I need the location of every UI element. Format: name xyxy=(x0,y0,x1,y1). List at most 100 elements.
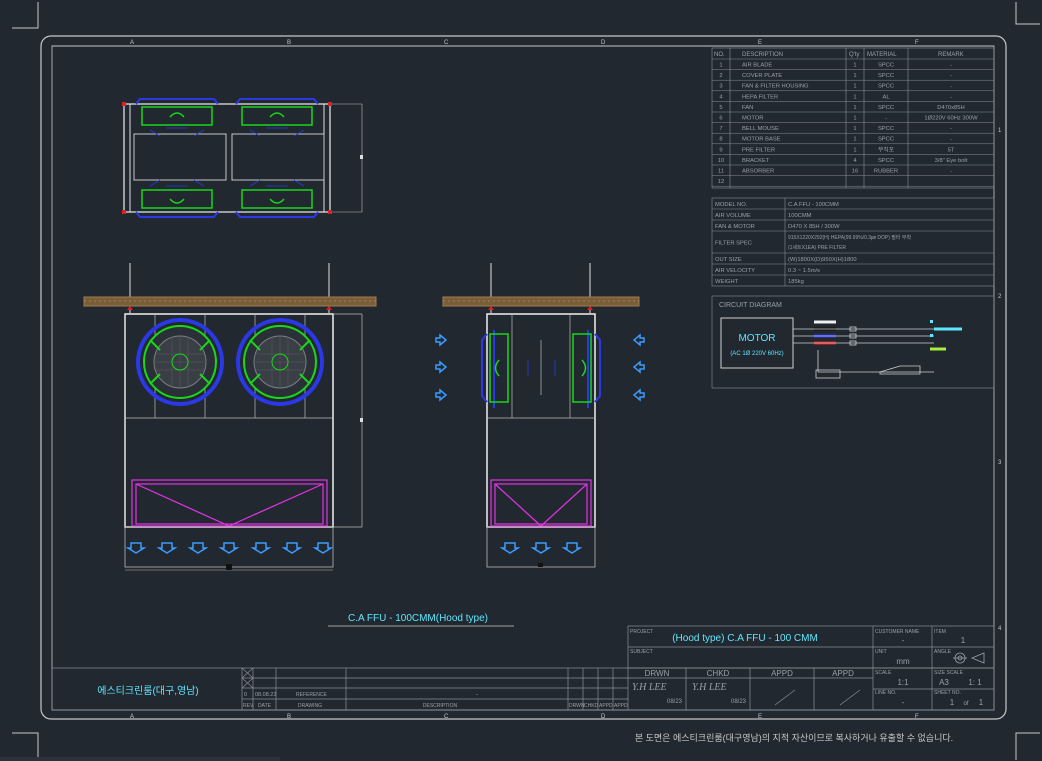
spec-value: 915X1220X292(H) HEPA(99.99%/0.3㎛ DOP) 필터… xyxy=(788,234,911,241)
bom-cell-material: SPCC xyxy=(878,126,894,132)
zone-col-bottom-3: C xyxy=(444,714,449,720)
spec-value-2: (1세트X1EA) PRE FILTER xyxy=(788,244,846,251)
bom-header-remark: REMARK xyxy=(938,52,964,58)
bom-cell-desc: MOTOR BASE xyxy=(742,137,781,143)
bom-cell-remark: 1Ø220V 60Hz 300W xyxy=(924,116,978,122)
bom-cell-no: 10 xyxy=(718,158,724,164)
item-value: 1 xyxy=(961,636,966,645)
chkd-sign: Y.H LEE xyxy=(692,682,727,693)
rev-label: REV. xyxy=(243,703,254,709)
zone-col-top-5: E xyxy=(758,40,762,46)
spec-table: MODEL NO. C.A FFU - 100CMM AIR VOLUME 100CM… xyxy=(711,197,995,287)
airflow-arrows-side xyxy=(435,333,645,554)
drwn-label: DRWN xyxy=(645,669,670,678)
bom-table: NO. DESCRIPTION Q'ty MATERIAL REMARK 1 AI… xyxy=(711,47,995,189)
motor-label: MOTOR xyxy=(738,333,775,344)
chkd-label: CHKD xyxy=(707,669,730,678)
drwn-small: DRWN xyxy=(569,703,585,709)
zone-row-4: 4 xyxy=(998,626,1002,632)
company-name: 에스티크린룸(대구,영남) xyxy=(97,685,198,697)
spec-value: (W)1800X(D)950X(H)1800 xyxy=(788,257,857,263)
bom-cell-qty: 1 xyxy=(853,63,856,69)
side-view xyxy=(435,263,645,568)
bom-cell-no: 8 xyxy=(719,137,722,143)
bom-cell-qty: 1 xyxy=(853,94,856,100)
zone-col-top-3: C xyxy=(444,40,449,46)
circuit-diagram: CIRCUIT DIAGRAM MOTOR (AC 1Ø 220V 60Hz) xyxy=(711,295,995,389)
bom-cell-desc: HEPA FILTER xyxy=(742,94,778,100)
scale-label: SCALE xyxy=(875,670,892,676)
bom-cell-qty: 1 xyxy=(853,73,856,79)
rev-no: 0 xyxy=(244,692,247,698)
description-label: DESCRIPTION xyxy=(423,703,458,709)
angle-icon xyxy=(953,652,985,664)
zone-col-bottom-4: D xyxy=(601,714,606,720)
zone-col-bottom-1: A xyxy=(130,714,134,720)
chkd-small: CHKD xyxy=(584,703,599,709)
circuit-title: CIRCUIT DIAGRAM xyxy=(719,302,782,309)
size-value: A3 xyxy=(939,678,949,687)
bom-cell-no: 4 xyxy=(719,94,723,100)
size-label: SIZE SCALE xyxy=(934,670,964,676)
bom-cell-qty: 1 xyxy=(853,147,856,153)
line-label: LINE NO. xyxy=(875,690,896,696)
view-title: C.A FFU - 100CMM(Hood type) xyxy=(328,613,514,627)
airflow-arrows-front xyxy=(125,542,334,554)
bom-cell-material: SPCC xyxy=(878,84,894,90)
spec-label: AIR VELOCITY xyxy=(715,268,755,274)
cad-drawing: A B C D E F A B C D E F 1 2 3 4 C.A FFU … xyxy=(0,2,1040,761)
appd2-label: APPD xyxy=(832,669,854,678)
spec-value: 0.3 ~ 1.5m/s xyxy=(788,268,820,274)
bom-cell-remark: - xyxy=(950,84,952,90)
bom-cell-qty: 16 xyxy=(852,169,858,175)
hepa-filter-side xyxy=(490,479,592,527)
project-label: PROJECT xyxy=(630,629,653,635)
zone-col-top-1: A xyxy=(130,40,134,46)
bom-cell-material: SPCC xyxy=(878,63,894,69)
scale-value: 1:1 xyxy=(897,678,909,687)
appd2-small: APPD xyxy=(614,703,628,709)
bom-cell-remark: 5T xyxy=(948,147,955,153)
angle-label: ANGLE xyxy=(934,649,952,655)
bom-cell-material: RUBBER xyxy=(874,169,898,175)
sheet-label: SHEET NO. xyxy=(934,690,961,696)
zone-row-3: 3 xyxy=(998,460,1002,466)
bom-cell-desc: BRACKET xyxy=(742,158,770,164)
bom-header-desc: DESCRIPTION xyxy=(742,52,783,58)
customer-value: - xyxy=(902,636,905,645)
fan-right xyxy=(236,318,324,406)
ceiling-slab-side xyxy=(442,296,640,307)
size-scale-value: 1: 1 xyxy=(968,678,982,687)
appd-small: APPD xyxy=(599,703,613,709)
spec-label: FILTER SPEC xyxy=(715,241,752,247)
spec-value: D470 X 85H / 300W xyxy=(788,224,840,230)
view-title-text: C.A FFU - 100CMM(Hood type) xyxy=(348,613,488,624)
rev-date: 08.08.23 xyxy=(255,692,276,698)
top-view xyxy=(122,98,363,218)
reference-label: REFERENCE xyxy=(296,692,328,698)
item-label: ITEM xyxy=(934,629,946,635)
bom-cell-qty: 1 xyxy=(853,105,856,111)
bom-cell-desc: COVER PLATE xyxy=(742,73,782,79)
zone-col-top-6: F xyxy=(915,40,919,46)
sheet-total: 1 xyxy=(979,698,984,707)
bom-cell-remark: - xyxy=(950,169,952,175)
zone-col-bottom-5: E xyxy=(758,714,762,720)
bom-cell-qty: 1 xyxy=(853,116,856,122)
bom-cell-no: 1 xyxy=(719,63,722,69)
zone-col-bottom-6: F xyxy=(915,714,919,720)
bom-cell-no: 2 xyxy=(719,73,722,79)
line-value: - xyxy=(902,698,905,707)
bom-cell-remark: - xyxy=(950,137,952,143)
bom-cell-remark: D470x85H xyxy=(937,105,964,111)
chkd-date: 08/23 xyxy=(731,699,747,705)
spec-value: C.A FFU - 100CMM xyxy=(788,202,839,208)
bom-cell-qty: 4 xyxy=(853,158,857,164)
bom-cell-no: 9 xyxy=(719,147,722,153)
subject-label: SUBJECT xyxy=(630,649,653,655)
bom-cell-desc: AIR BLADE xyxy=(742,63,772,69)
sheet-value: 1 xyxy=(950,698,955,707)
bom-cell-material: - xyxy=(885,116,887,122)
bom-cell-remark: 3/8" Eye bolt xyxy=(935,158,968,164)
drwn-date: 08/23 xyxy=(667,699,683,705)
